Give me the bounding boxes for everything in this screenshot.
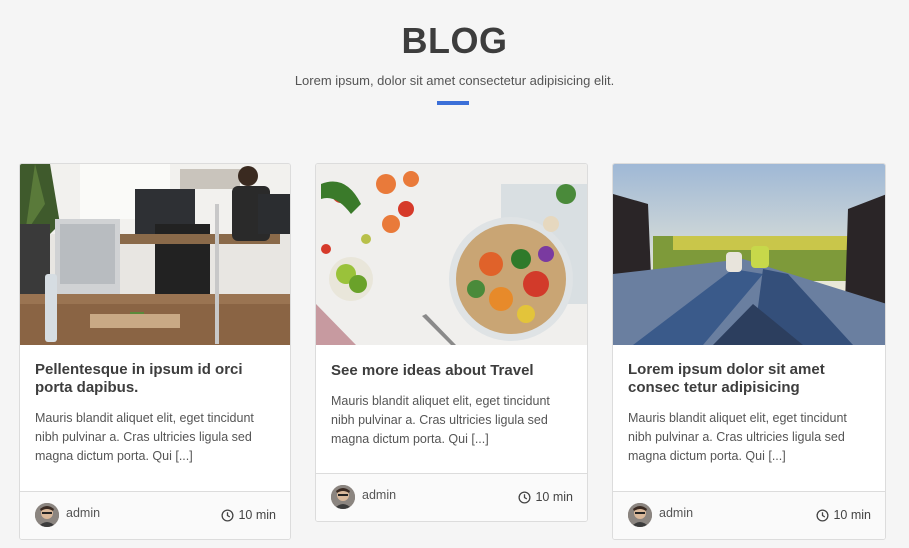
salad-bowl-photo[interactable] xyxy=(316,164,587,345)
read-time: 10 min xyxy=(518,490,573,504)
page-subtitle: Lorem ipsum, dolor sit amet consectetur … xyxy=(294,73,615,88)
card-footer: admin 10 min xyxy=(316,473,587,521)
post-title[interactable]: See more ideas about Travel xyxy=(331,362,573,380)
post-excerpt: Mauris blandit aliquet elit, eget tincid… xyxy=(35,411,254,463)
read-time: 10 min xyxy=(221,508,276,522)
post-title[interactable]: Lorem ipsum dolor sit amet consec tetur … xyxy=(628,361,871,397)
avatar[interactable] xyxy=(331,485,355,509)
blog-card[interactable]: Lorem ipsum dolor sit amet consec tetur … xyxy=(612,163,886,540)
blog-card[interactable]: See more ideas about Travel Mauris bland… xyxy=(315,163,588,522)
clock-icon xyxy=(816,508,830,522)
author-name[interactable]: admin xyxy=(362,488,396,502)
read-time-label: 10 min xyxy=(238,508,276,522)
title-underline xyxy=(437,101,469,105)
post-excerpt: Mauris blandit aliquet elit, eget tincid… xyxy=(331,394,550,446)
office-photo[interactable] xyxy=(20,164,290,345)
clock-icon xyxy=(518,490,532,504)
clock-icon xyxy=(221,508,235,522)
avatar[interactable] xyxy=(35,503,59,527)
author-name[interactable]: admin xyxy=(66,506,100,520)
post-excerpt: Mauris blandit aliquet elit, eget tincid… xyxy=(628,411,847,463)
read-time-label: 10 min xyxy=(535,490,573,504)
read-time-label: 10 min xyxy=(833,508,871,522)
post-title[interactable]: Pellentesque in ipsum id orci porta dapi… xyxy=(35,361,276,397)
blog-card[interactable]: Pellentesque in ipsum id orci porta dapi… xyxy=(19,163,291,540)
card-footer: admin 10 min xyxy=(613,491,885,539)
card-footer: admin 10 min xyxy=(20,491,290,539)
page-title: BLOG xyxy=(401,20,508,61)
read-time: 10 min xyxy=(816,508,871,522)
car-trunk-view-photo[interactable] xyxy=(613,164,885,345)
avatar[interactable] xyxy=(628,503,652,527)
author-name[interactable]: admin xyxy=(659,506,693,520)
